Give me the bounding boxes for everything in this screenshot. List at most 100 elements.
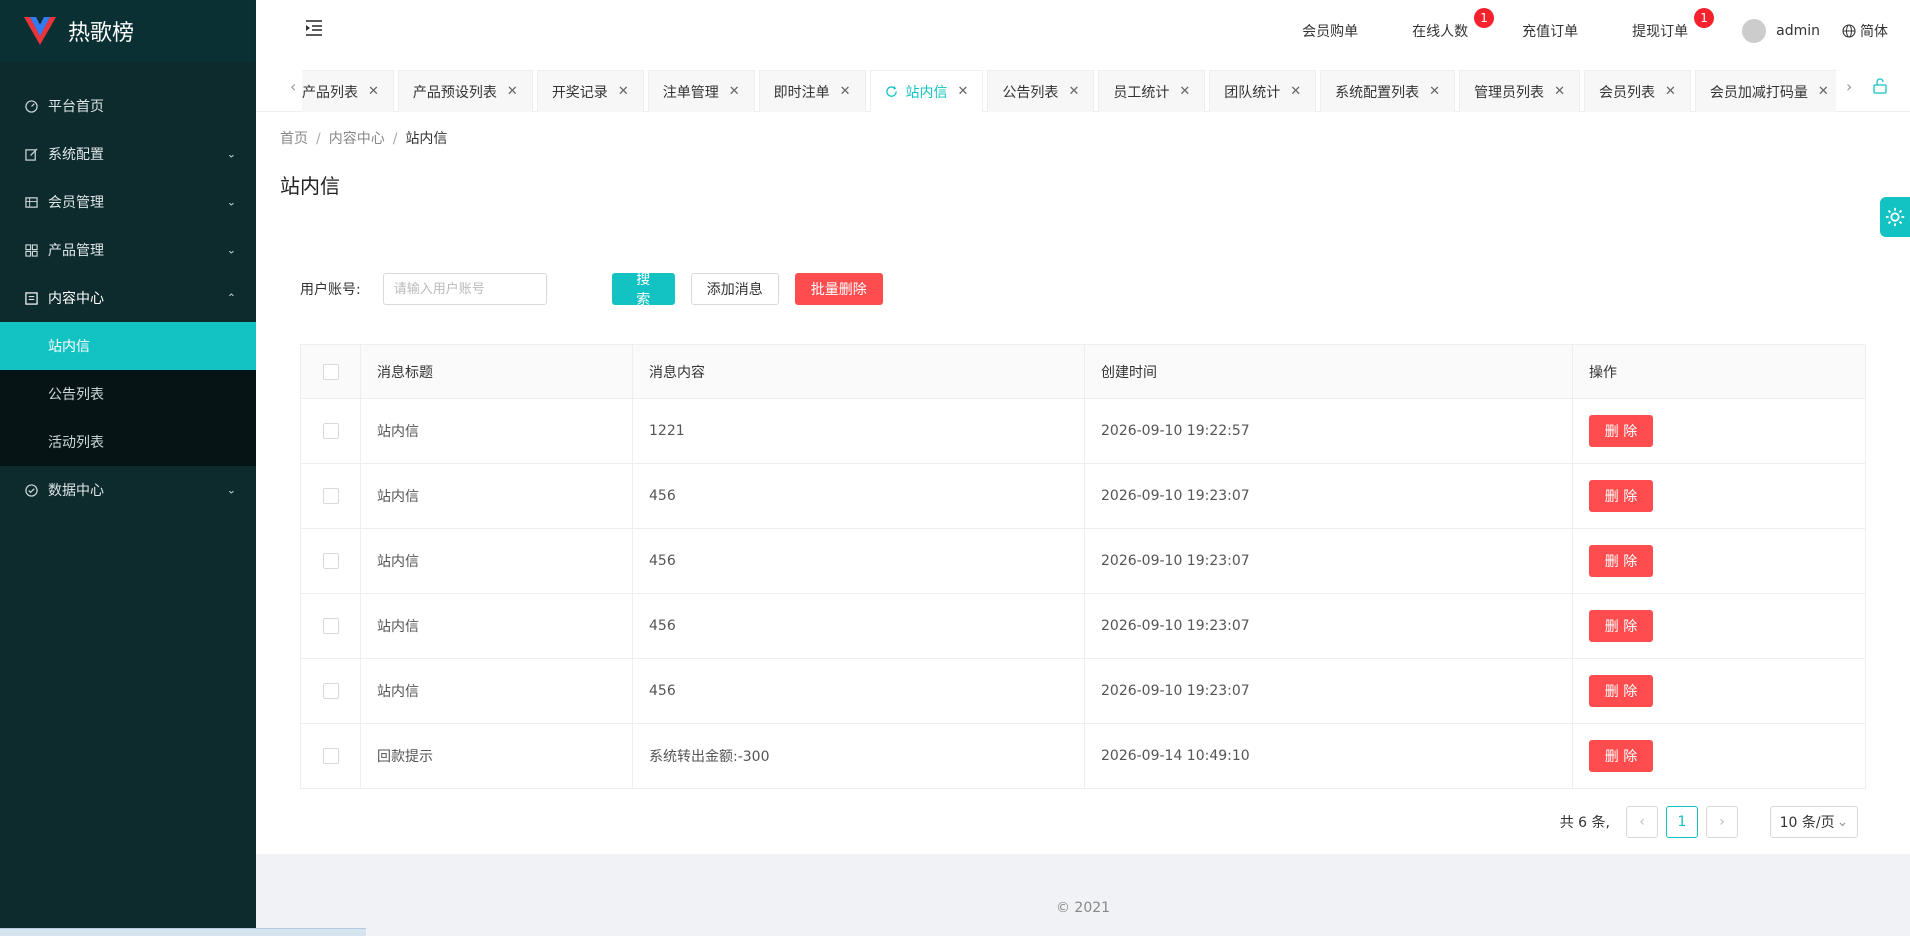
breadcrumb: 首页 / 内容中心 / 站内信 <box>280 128 447 148</box>
batch-delete-button[interactable]: 批量删除 <box>794 273 883 305</box>
sidebar-menu: 平台首页 系统配置 ⌄ 会员管理 ⌄ 产品管理 ⌄ 内容中心 ⌃ 站内信 公告列… <box>0 62 256 514</box>
row-checkbox[interactable] <box>322 488 339 504</box>
page-size-select[interactable]: 10 条/页 ⌄ <box>1770 806 1858 838</box>
tab-product-list[interactable]: 产品列表 ✕ <box>302 70 394 112</box>
breadcrumb-home[interactable]: 首页 <box>280 131 308 147</box>
tab-messages[interactable]: 站内信 ✕ <box>869 70 984 112</box>
row-checkbox[interactable] <box>322 683 339 699</box>
cell-created: 2026-09-10 19:22:57 <box>1084 398 1573 464</box>
member-orders-link[interactable]: 会员购单 <box>1302 21 1358 41</box>
breadcrumb-current: 站内信 <box>405 131 448 147</box>
sidebar-item-members[interactable]: 会员管理 ⌄ <box>0 178 256 226</box>
total-count: 共 6 条, <box>1559 815 1610 831</box>
tab-admin-list[interactable]: 管理员列表 ✕ <box>1459 70 1580 112</box>
close-icon[interactable]: ✕ <box>1554 84 1565 99</box>
delete-button[interactable]: 删 除 <box>1589 740 1653 772</box>
menu-fold-icon[interactable] <box>304 18 324 38</box>
user-name[interactable]: admin <box>1776 23 1820 39</box>
tab-announcements[interactable]: 公告列表 ✕ <box>987 70 1095 112</box>
column-header-content: 消息内容 <box>632 344 1085 399</box>
delete-button[interactable]: 删 除 <box>1589 480 1653 512</box>
tab-product-preset-list[interactable]: 产品预设列表 ✕ <box>397 70 533 112</box>
page-number-button[interactable]: 1 <box>1666 806 1698 838</box>
tab-member-list[interactable]: 会员列表 ✕ <box>1583 70 1691 112</box>
chevron-down-icon: ⌄ <box>226 195 236 209</box>
close-icon[interactable]: ✕ <box>1665 84 1676 99</box>
tabs-scroll-left-icon[interactable]: ‹ <box>290 77 296 96</box>
row-checkbox[interactable] <box>322 423 339 439</box>
close-icon[interactable]: ✕ <box>1290 84 1301 99</box>
cell-content: 456 <box>632 658 1085 724</box>
sidebar-item-content-center[interactable]: 内容中心 ⌃ <box>0 274 256 322</box>
tabs-scroll-right-icon[interactable]: › <box>1846 77 1852 96</box>
row-checkbox[interactable] <box>322 618 339 634</box>
tab-instant-bets[interactable]: 即时注单 ✕ <box>758 70 866 112</box>
language-switcher[interactable]: 简体 <box>1842 21 1888 41</box>
page-title: 站内信 <box>280 174 340 198</box>
avatar[interactable] <box>1742 19 1767 43</box>
settings-drawer-button[interactable] <box>1880 197 1910 237</box>
tab-member-wager-adjust[interactable]: 会员加减打码量 ✕ <box>1694 70 1836 112</box>
gear-icon <box>1885 207 1905 227</box>
close-icon[interactable]: ✕ <box>1179 84 1190 99</box>
table-row: 站内信 1221 2026-09-10 19:22:57 删 除 <box>300 398 1866 464</box>
tab-label: 会员列表 <box>1598 84 1655 101</box>
page-size-label: 10 条/页 <box>1779 815 1835 831</box>
tab-draw-records[interactable]: 开奖记录 ✕ <box>536 70 644 112</box>
prev-page-button[interactable]: ‹ <box>1626 806 1658 838</box>
user-account-input[interactable] <box>382 273 547 305</box>
tab-label: 站内信 <box>905 84 948 101</box>
close-icon[interactable]: ✕ <box>618 84 629 99</box>
online-users-link[interactable]: 在线人数 1 <box>1412 8 1495 41</box>
close-icon[interactable]: ✕ <box>958 84 969 99</box>
close-icon[interactable]: ✕ <box>1429 84 1440 99</box>
chevron-down-icon: ⌄ <box>226 243 236 257</box>
tab-staff-stats[interactable]: 员工统计 ✕ <box>1098 70 1206 112</box>
close-icon[interactable]: ✕ <box>1068 84 1079 99</box>
recharge-orders-link[interactable]: 充值订单 <box>1522 21 1578 41</box>
sidebar-subitem-activities[interactable]: 活动列表 <box>0 418 256 466</box>
cell-created: 2026-09-14 10:49:10 <box>1084 723 1573 789</box>
next-page-button[interactable]: › <box>1706 806 1738 838</box>
tab-team-stats[interactable]: 团队统计 ✕ <box>1209 70 1317 112</box>
cell-title: 站内信 <box>360 593 633 659</box>
close-icon[interactable]: ✕ <box>368 84 379 99</box>
search-button[interactable]: 搜 索 <box>611 272 675 308</box>
sidebar-subitem-messages[interactable]: 站内信 <box>0 322 256 370</box>
close-icon[interactable]: ✕ <box>840 84 851 99</box>
close-icon[interactable]: ✕ <box>729 84 740 99</box>
row-select-cell <box>300 398 361 464</box>
refresh-icon[interactable] <box>885 85 898 98</box>
close-icon[interactable]: ✕ <box>507 84 518 99</box>
select-all-checkbox[interactable] <box>322 363 339 380</box>
add-message-button[interactable]: 添加消息 <box>690 273 779 305</box>
breadcrumb-separator: / <box>316 131 321 147</box>
row-checkbox[interactable] <box>322 553 339 569</box>
delete-button[interactable]: 删 除 <box>1589 545 1653 577</box>
table-row: 站内信 456 2026-09-10 19:23:07 删 除 <box>300 593 1866 659</box>
dashboard-icon <box>24 99 38 113</box>
cell-actions: 删 除 <box>1572 398 1866 464</box>
sidebar-item-data-center[interactable]: 数据中心 ⌄ <box>0 466 256 514</box>
user-account-label: 用户账号: <box>300 282 361 298</box>
breadcrumb-section[interactable]: 内容中心 <box>329 131 385 147</box>
sidebar-subitem-announcements[interactable]: 公告列表 <box>0 370 256 418</box>
delete-button[interactable]: 删 除 <box>1589 610 1653 642</box>
cell-actions: 删 除 <box>1572 528 1866 594</box>
logo[interactable]: 热歌榜 <box>0 0 256 62</box>
delete-button[interactable]: 删 除 <box>1589 415 1653 447</box>
cell-actions: 删 除 <box>1572 658 1866 724</box>
row-checkbox[interactable] <box>322 748 339 764</box>
lock-icon[interactable] <box>1873 78 1887 94</box>
tab-system-config-list[interactable]: 系统配置列表 ✕ <box>1320 70 1456 112</box>
delete-button[interactable]: 删 除 <box>1589 675 1653 707</box>
withdraw-orders-link[interactable]: 提现订单 1 <box>1632 8 1715 41</box>
cell-title: 站内信 <box>360 658 633 724</box>
tab-bet-management[interactable]: 注单管理 ✕ <box>647 70 755 112</box>
sidebar-item-home[interactable]: 平台首页 <box>0 82 256 130</box>
sidebar-item-products[interactable]: 产品管理 ⌄ <box>0 226 256 274</box>
sidebar-item-system-config[interactable]: 系统配置 ⌄ <box>0 130 256 178</box>
chevron-down-icon: ⌄ <box>1836 814 1849 830</box>
close-icon[interactable]: ✕ <box>1818 84 1829 99</box>
row-select-cell <box>300 658 361 724</box>
